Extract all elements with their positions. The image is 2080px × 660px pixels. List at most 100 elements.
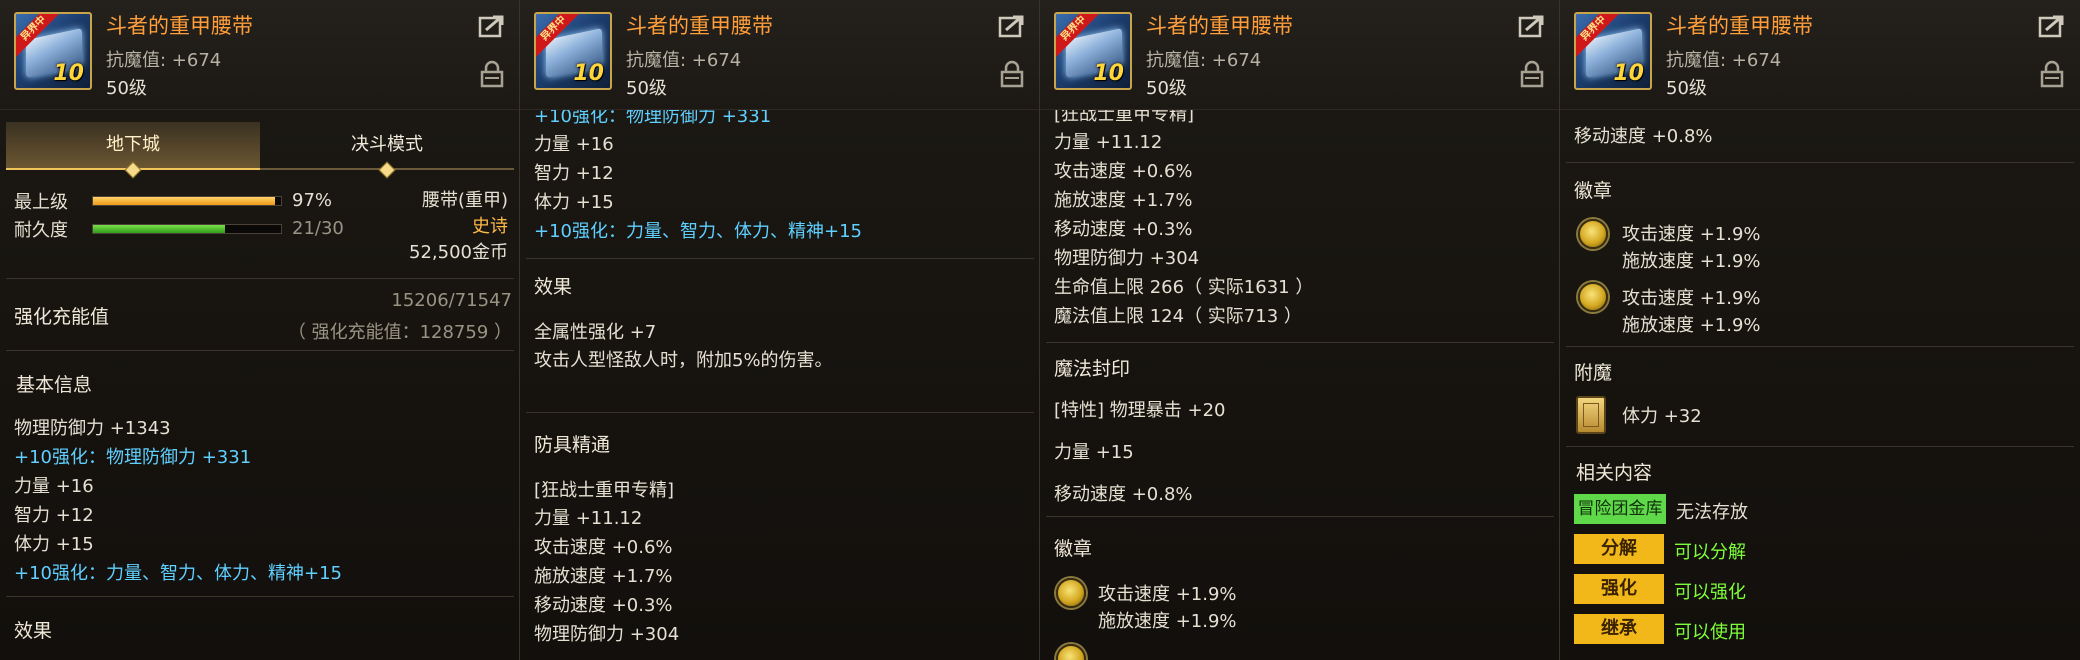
item-body: [狂战士重甲专精] 力量 +11.12 攻击速度 +0.6% 施放速度 +1.7… (1040, 104, 1559, 660)
tooltip-panel-4: 异界中 10 斗者的重甲腰带 抗魔值: +674 50级 移动速度 +0.8% … (1560, 0, 2080, 660)
related-status: 可以分解 (1674, 542, 1746, 563)
charge-label: 强化充能值 (14, 306, 110, 328)
tab-dungeon[interactable]: 地下城 (6, 122, 260, 179)
item-stat-line: 抗魔值: +674 (1146, 50, 1262, 71)
stat-line: 力量 +16 (14, 476, 94, 497)
divider (526, 258, 1034, 259)
seal-line: 移动速度 +0.8% (1054, 484, 1193, 505)
mastery-line: 攻击速度 +0.6% (1054, 161, 1193, 182)
durability-bar (92, 224, 282, 234)
tab-gem-icon (124, 161, 142, 179)
item-type: 腰带(重甲) (421, 190, 508, 211)
item-header: 异界中 10 斗者的重甲腰带 抗魔值: +674 50级 (1560, 0, 2080, 110)
mastery-line: 移动速度 +0.3% (1054, 219, 1193, 240)
mastery-line: 施放速度 +1.7% (534, 566, 673, 587)
item-level: 50级 (1146, 78, 1187, 99)
seal-line: 力量 +15 (1054, 442, 1134, 463)
tooltip-panel-1: 异界中 10 斗者的重甲腰带 抗魔值: +674 50级 地下城 决斗模式 最上… (0, 0, 520, 660)
tab-pvp[interactable]: 决斗模式 (260, 122, 514, 179)
lock-icon[interactable] (2040, 60, 2064, 88)
stat-line: 体力 +15 (534, 192, 614, 213)
stat-line: 智力 +12 (534, 163, 614, 184)
emblem-line: 攻击速度 +1.9% (1622, 288, 1761, 309)
mastery-title: 防具精通 (534, 434, 611, 456)
divider (1566, 346, 2074, 347)
icon-number: 10 (1613, 61, 1644, 86)
item-icon: 异界中 10 (1054, 12, 1132, 90)
item-body: 地下城 决斗模式 最上级 97% 耐久度 21/30 腰带(重甲) 史诗 52,… (0, 110, 519, 660)
tab-dungeon-label: 地下城 (106, 134, 160, 155)
icon-number: 10 (1093, 61, 1124, 86)
item-level: 50级 (626, 78, 667, 99)
item-icon: 异界中 10 (1574, 12, 1652, 90)
share-icon[interactable] (2038, 14, 2066, 38)
mastery-line: 施放速度 +1.7% (1054, 190, 1193, 211)
emblem-line: 攻击速度 +1.9% (1098, 584, 1237, 605)
top-level-bar (92, 196, 282, 206)
item-name: 斗者的重甲腰带 (626, 14, 773, 38)
lock-icon[interactable] (1520, 60, 1544, 88)
effect-line: 攻击人型怪敌人时，附加5%的伤害。 (534, 350, 833, 371)
item-stat-line: 抗魔值: +674 (1666, 50, 1782, 71)
mastery-line: 物理防御力 +304 (534, 624, 680, 645)
enhance-line: +10强化：力量、智力、体力、精神+15 (534, 221, 862, 242)
emblem-line: 施放速度 +1.9% (1622, 251, 1761, 272)
icon-number: 10 (573, 61, 604, 86)
item-body: 移动速度 +0.8% 徽章 攻击速度 +1.9% 施放速度 +1.9% 攻击速度… (1560, 110, 2080, 660)
related-status: 可以强化 (1674, 582, 1746, 603)
seal-line: 移动速度 +0.8% (1574, 126, 1713, 147)
mastery-line: 力量 +11.12 (534, 508, 643, 529)
tag-disassemble: 分解 (1574, 534, 1664, 564)
tooltip-panel-2: 异界中 10 斗者的重甲腰带 抗魔值: +674 50级 +10强化：物理防御力… (520, 0, 1040, 660)
enchant-line: 体力 +32 (1622, 406, 1702, 427)
mastery-line: 力量 +11.12 (1054, 132, 1163, 153)
item-header: 异界中 10 斗者的重甲腰带 抗魔值: +674 50级 (0, 0, 519, 110)
item-body: +10强化：物理防御力 +331 力量 +16 智力 +12 体力 +15 +1… (520, 106, 1039, 660)
mastery-line: 攻击速度 +0.6% (534, 537, 673, 558)
emblem-line: 施放速度 +1.9% (1098, 611, 1237, 632)
divider (6, 278, 514, 279)
lock-icon[interactable] (480, 60, 504, 88)
share-icon[interactable] (1518, 14, 1546, 38)
mastery-line: 魔法值上限 124（ 实际713 ） (1054, 306, 1302, 327)
share-icon[interactable] (998, 14, 1026, 38)
charge-note: （ 强化充能值：128759 ） (287, 322, 512, 343)
enchant-title: 附魔 (1574, 362, 1613, 384)
lock-icon[interactable] (1000, 60, 1024, 88)
effect-title: 效果 (14, 620, 53, 642)
item-name: 斗者的重甲腰带 (106, 14, 253, 38)
seal-line: [特性] 物理暴击 +20 (1054, 400, 1226, 421)
seal-title: 魔法封印 (1054, 358, 1131, 380)
divider (1046, 342, 1554, 343)
durability-label: 耐久度 (14, 220, 68, 241)
related-status: 可以使用 (1674, 622, 1746, 643)
divider (1046, 516, 1554, 517)
divider (6, 350, 514, 351)
enhance-line: +10强化：力量、智力、体力、精神+15 (14, 563, 342, 584)
related-status: 无法存放 (1676, 502, 1748, 523)
related-title: 相关内容 (1576, 462, 1653, 484)
basic-info-title: 基本信息 (16, 374, 93, 396)
emblem-icon (1056, 644, 1086, 660)
item-stat-line: 抗魔值: +674 (626, 50, 742, 71)
durability-value: 21/30 (292, 218, 344, 239)
emblem-icon (1578, 282, 1608, 312)
item-rarity: 史诗 (472, 216, 508, 237)
divider (1566, 446, 2074, 447)
tag-guild-storage: 冒险团金库 (1574, 494, 1666, 524)
stat-line: 物理防御力 +1343 (14, 418, 171, 439)
top-level-label: 最上级 (14, 192, 68, 213)
tab-pvp-label: 决斗模式 (351, 134, 423, 155)
item-name: 斗者的重甲腰带 (1146, 14, 1293, 38)
item-stat-line: 抗魔值: +674 (106, 50, 222, 71)
share-icon[interactable] (478, 14, 506, 38)
top-level-bar-fill (93, 197, 276, 205)
divider (1566, 162, 2074, 163)
mode-tabs: 地下城 决斗模式 (6, 122, 514, 179)
mastery-line: 物理防御力 +304 (1054, 248, 1200, 269)
item-name: 斗者的重甲腰带 (1666, 14, 1813, 38)
stat-line: 力量 +16 (534, 134, 614, 155)
effect-line: 全属性强化 +7 (534, 322, 657, 343)
stat-line: 体力 +15 (14, 534, 94, 555)
mastery-line: [狂战士重甲专精] (534, 480, 675, 501)
